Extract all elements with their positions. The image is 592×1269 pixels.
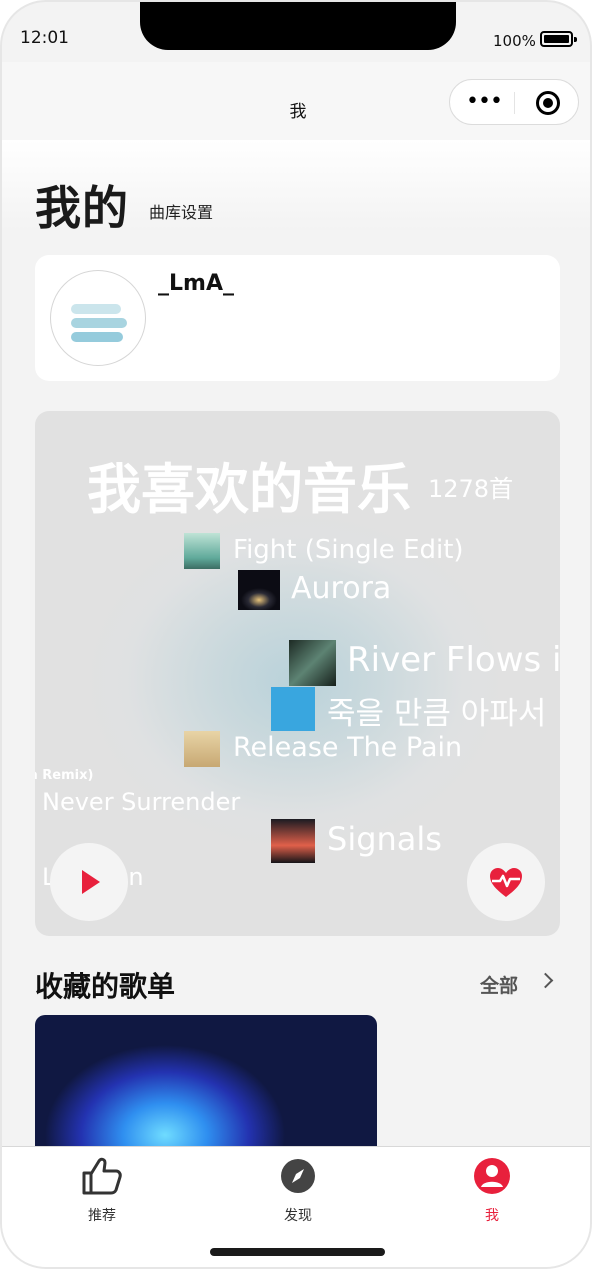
avatar-stroke (71, 332, 123, 342)
avatar-stroke (71, 304, 121, 314)
play-button[interactable] (50, 843, 128, 921)
tab-me[interactable]: 我 (432, 1155, 552, 1225)
battery-icon (540, 31, 577, 47)
capsule-divider (514, 92, 515, 114)
tab-label: 我 (485, 1208, 499, 1224)
view-all-link[interactable]: 全部 (480, 971, 518, 998)
tab-bar: 推荐 发现 我 (2, 1146, 590, 1267)
playlist-cover[interactable] (35, 1015, 377, 1150)
album-cover (271, 687, 315, 731)
phone-frame: 12:01 100% 我 ••• 我的 曲库设置 _LmA_ 我喜欢的音乐 12… (0, 0, 592, 1269)
liked-music-count: 1278首 (428, 475, 514, 503)
thumbs-up-icon (82, 1157, 122, 1195)
album-cover (238, 570, 280, 610)
compass-icon (281, 1159, 315, 1193)
song-title: Release The Pain (233, 732, 463, 763)
avatar-stroke (71, 318, 127, 328)
username: _LmA_ (158, 271, 234, 296)
profile-card[interactable]: _LmA_ (35, 255, 560, 381)
heartbeat-icon (490, 868, 522, 897)
liked-music-card[interactable]: 我喜欢的音乐 1278首 Fight (Single Edit) Aurora … (35, 411, 560, 936)
library-settings-link[interactable]: 曲库设置 (149, 199, 213, 223)
tab-discover[interactable]: 发现 (238, 1155, 358, 1225)
mini-program-capsule: ••• (449, 79, 579, 125)
page-title: 我的 (35, 181, 129, 235)
song-title: Signals (327, 820, 442, 858)
tab-label: 发现 (284, 1208, 312, 1224)
tab-recommend[interactable]: 推荐 (42, 1155, 162, 1225)
notch (140, 2, 456, 50)
song-title: Aurora (291, 571, 392, 606)
close-target-icon[interactable] (536, 91, 560, 115)
liked-music-title: 我喜欢的音乐 (87, 458, 411, 521)
user-icon (474, 1158, 510, 1194)
song-title: Fight (Single Edit) (233, 535, 464, 565)
more-icon[interactable]: ••• (466, 91, 503, 113)
home-indicator (210, 1248, 385, 1256)
navigation-bar: 我 ••• (2, 62, 590, 140)
battery-percentage: 100% (493, 32, 536, 50)
song-title: River Flows i (347, 640, 560, 680)
album-cover (184, 533, 220, 569)
heart-mode-button[interactable] (467, 843, 545, 921)
avatar[interactable] (50, 270, 146, 366)
song-title: 죽을 만큼 아파서 (327, 696, 547, 732)
song-title: Never Surrender (42, 788, 241, 816)
album-cover (184, 731, 220, 767)
album-cover (289, 640, 336, 686)
song-title: a Remix) (35, 768, 94, 783)
tab-label: 推荐 (88, 1208, 116, 1224)
collected-playlists-title: 收藏的歌单 (35, 970, 176, 1003)
album-cover (271, 819, 315, 863)
status-time: 12:01 (20, 28, 69, 48)
